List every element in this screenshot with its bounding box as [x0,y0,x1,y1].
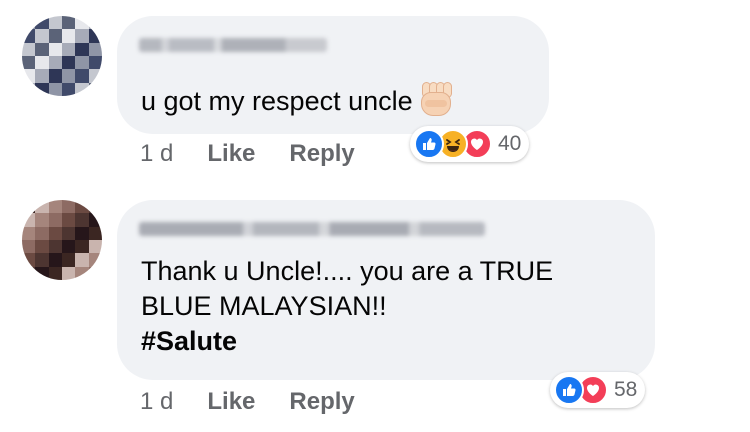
avatar-pixel [48,213,62,227]
reply-button[interactable]: Reply [289,388,354,416]
avatar-pixel [22,69,36,83]
avatar-pixel [61,200,76,214]
hashtag-link[interactable]: #Salute [141,324,553,359]
avatar-pixel [22,226,36,240]
like-icon [414,129,444,159]
avatar-pixel [88,16,102,30]
avatar-pixel [88,55,102,70]
avatar-pixel [88,226,102,240]
avatar-pixel [22,213,36,227]
reactions-summary[interactable]: 58 [550,372,646,408]
comment-bubble: u got my respect uncle [117,16,549,134]
avatar-pixel [35,266,49,280]
avatar-pixel [88,253,102,267]
avatar-pixel [88,69,102,83]
avatar-pixel [75,226,89,240]
avatar-pixel [35,213,49,227]
comment-text: Thank u Uncle!.... you are a TRUE BLUE M… [141,254,553,359]
avatar-pixel [61,266,76,280]
comment-text-line: BLUE MALAYSIAN!! [141,291,387,321]
avatar-pixel [88,266,102,280]
avatar-pixel [88,213,102,227]
comment-actions: 1 d Like Reply [140,388,389,416]
avatar-pixel [61,82,76,96]
like-button[interactable]: Like [207,388,255,416]
avatar-pixel [48,253,62,267]
avatar-pixel [22,200,36,214]
reaction-count: 58 [614,378,638,401]
avatar-pixel [61,55,76,70]
avatar-pixel [35,200,49,214]
comment-text-line: Thank u Uncle!.... you are a TRUE [141,256,554,286]
avatar-pixel [88,82,102,96]
avatar-pixel [22,82,36,96]
avatar-pixel [35,16,49,30]
avatar-pixel [75,239,89,254]
avatar-pixel [22,239,36,254]
avatar-pixel [61,16,76,30]
avatar-pixel [48,200,62,214]
avatar-pixel [61,29,76,43]
avatar-pixel [35,69,49,83]
avatar-pixel [22,16,36,30]
avatar-pixel [48,239,62,254]
comment-bubble: Thank u Uncle!.... you are a TRUE BLUE M… [117,200,655,380]
avatar-pixel [75,69,89,83]
avatar[interactable] [22,200,102,280]
avatar-pixel [75,213,89,227]
avatar-pixel [75,253,89,267]
like-button[interactable]: Like [207,140,255,168]
avatar-pixel [35,239,49,254]
avatar-pixel [48,16,62,30]
reaction-count: 40 [498,132,522,155]
avatar-pixel [61,69,76,83]
avatar-pixel [48,29,62,43]
avatar-pixel [22,266,36,280]
timestamp[interactable]: 1 d [140,388,173,416]
avatar-pixel [35,55,49,70]
avatar-pixel [35,226,49,240]
avatar-pixel [35,42,49,56]
reply-button[interactable]: Reply [289,140,354,168]
avatar-pixel [75,29,89,43]
author-name-blurred[interactable] [139,38,327,52]
avatar-pixel [35,253,49,267]
avatar-pixel [88,29,102,43]
avatar-pixel [22,29,36,43]
avatar-pixel [48,55,62,70]
avatar-pixel [88,239,102,254]
avatar-pixel [75,82,89,96]
avatar-pixel [61,226,76,240]
avatar-pixel [75,200,89,214]
avatar-pixel [48,69,62,83]
avatar-pixel [48,226,62,240]
avatar-pixel [48,42,62,56]
avatar-pixel [22,42,36,56]
avatar-pixel [48,82,62,96]
avatar-pixel [75,55,89,70]
comment-text: u got my respect uncle [141,80,453,119]
avatar[interactable] [22,16,102,96]
timestamp[interactable]: 1 d [140,140,173,168]
avatar-pixel [35,82,49,96]
avatar-pixel [61,42,76,56]
reactions-summary[interactable]: 40 [410,126,530,162]
avatar-pixel [75,266,89,280]
avatar-pixel [22,55,36,70]
avatar-pixel [88,42,102,56]
avatar-pixel [61,253,76,267]
comment-actions: 1 d Like Reply [140,140,389,168]
author-name-blurred[interactable] [139,222,485,236]
avatar-pixel [75,16,89,30]
avatar-pixel [35,29,49,43]
avatar-pixel [88,200,102,214]
comment-text-line: u got my respect uncle [141,86,413,116]
avatar-pixel [75,42,89,56]
avatar-pixel [22,253,36,267]
avatar-pixel [48,266,62,280]
like-icon [554,375,584,405]
avatar-pixel [61,239,76,254]
avatar-pixel [61,213,76,227]
raised-fist-emoji-icon [419,80,453,116]
